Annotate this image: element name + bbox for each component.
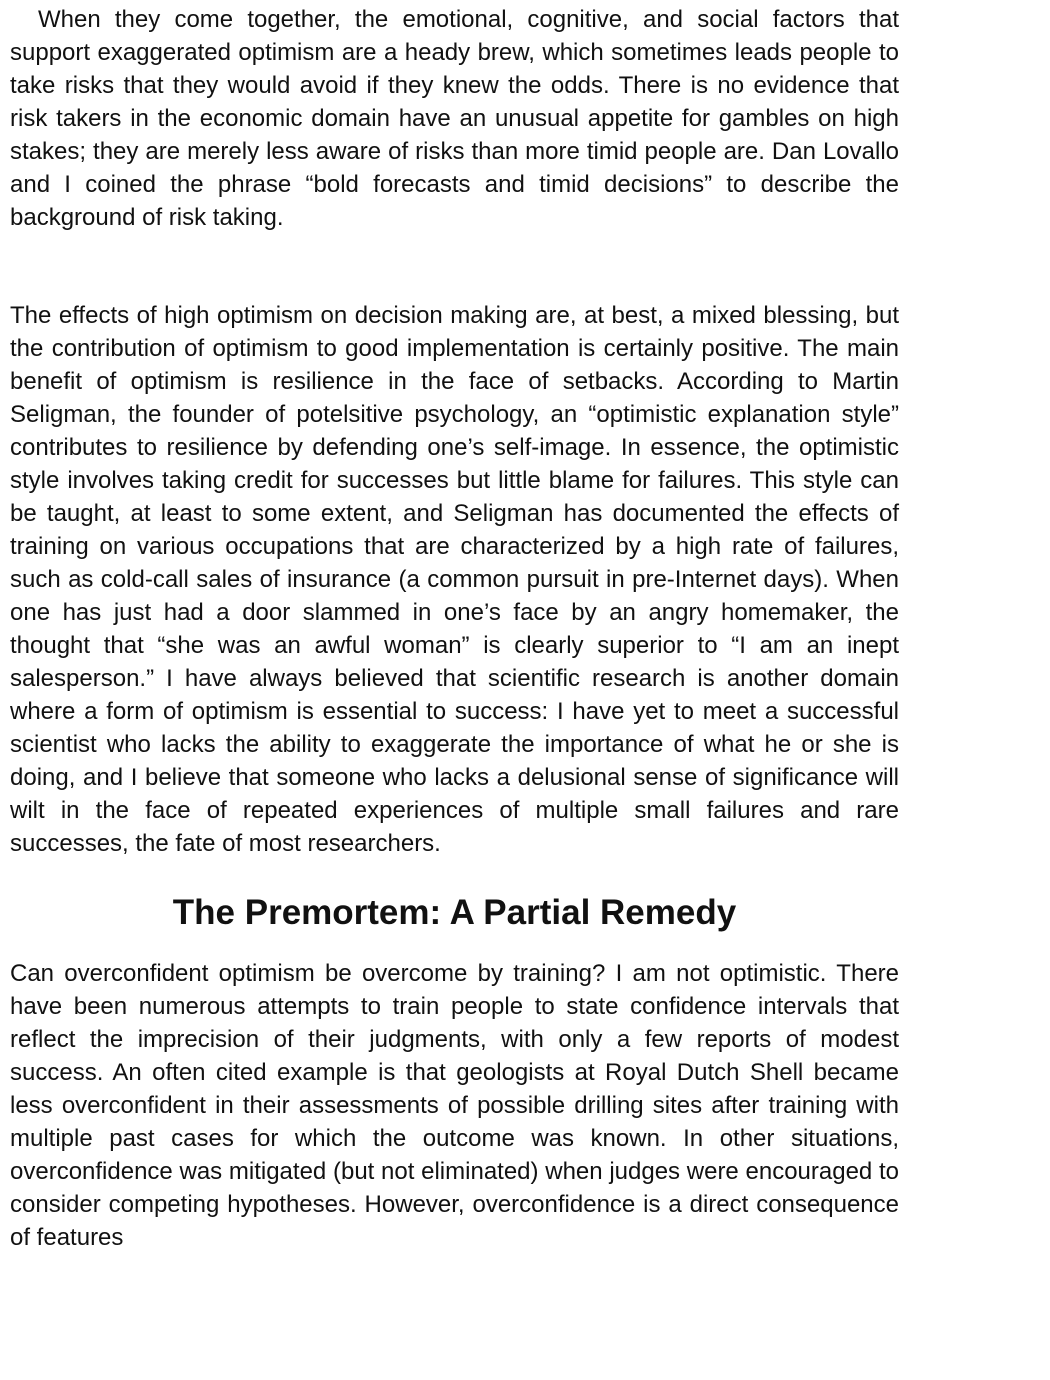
paragraph-optimism-resilience: The effects of high optimism on decision… [10,302,899,857]
document-page: When they come together, the emotional, … [10,3,899,1254]
paragraph-risk-taking: When they come together, the emotional, … [10,6,899,231]
paragraph-premortem-intro: Can overconfident optimism be overcome b… [10,960,899,1251]
section-heading: The Premortem: A Partial Remedy [172,893,737,932]
